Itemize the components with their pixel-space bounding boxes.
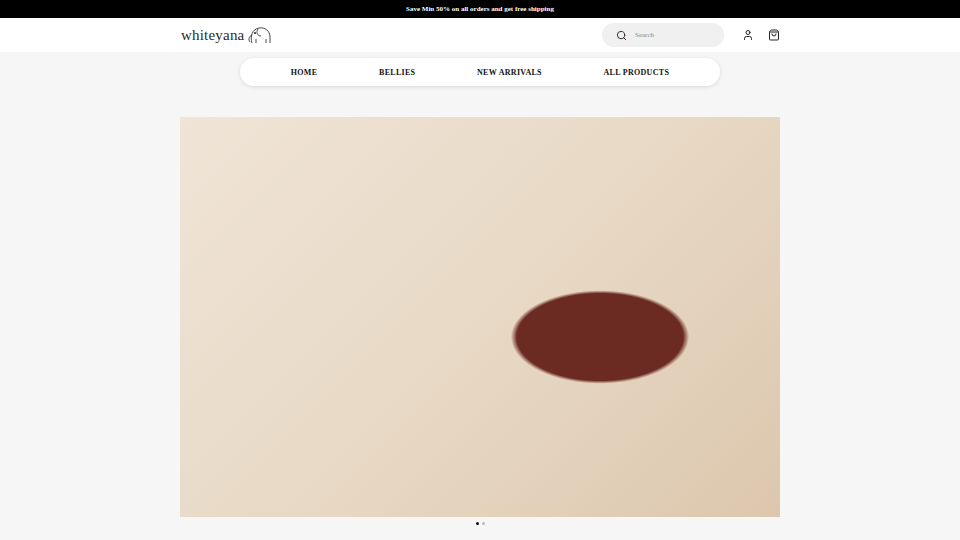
- header: whiteyana: [0, 18, 960, 52]
- hero-banner[interactable]: [180, 117, 780, 517]
- account-button[interactable]: [742, 29, 754, 41]
- elephant-icon: [246, 23, 274, 47]
- main-nav: HOME BELLIES NEW ARRIVALS ALL PRODUCTS: [240, 58, 720, 86]
- page: Save Min 50% on all orders and get free …: [0, 0, 960, 540]
- cart-button[interactable]: [768, 29, 780, 41]
- search-input[interactable]: [633, 30, 714, 40]
- logo[interactable]: whiteyana: [180, 23, 274, 47]
- nav-link[interactable]: NEW ARRIVALS: [477, 68, 542, 77]
- carousel-dot[interactable]: [482, 522, 485, 525]
- search-field[interactable]: [602, 23, 724, 47]
- search-icon: [616, 30, 627, 41]
- user-icon: [742, 29, 754, 41]
- nav-link[interactable]: HOME: [291, 68, 318, 77]
- carousel-dots: [476, 522, 485, 525]
- nav-link[interactable]: ALL PRODUCTS: [604, 68, 670, 77]
- bag-icon: [768, 29, 780, 41]
- announcement-bar: Save Min 50% on all orders and get free …: [0, 0, 960, 18]
- carousel-dot[interactable]: [476, 522, 479, 525]
- nav-link[interactable]: BELLIES: [379, 68, 415, 77]
